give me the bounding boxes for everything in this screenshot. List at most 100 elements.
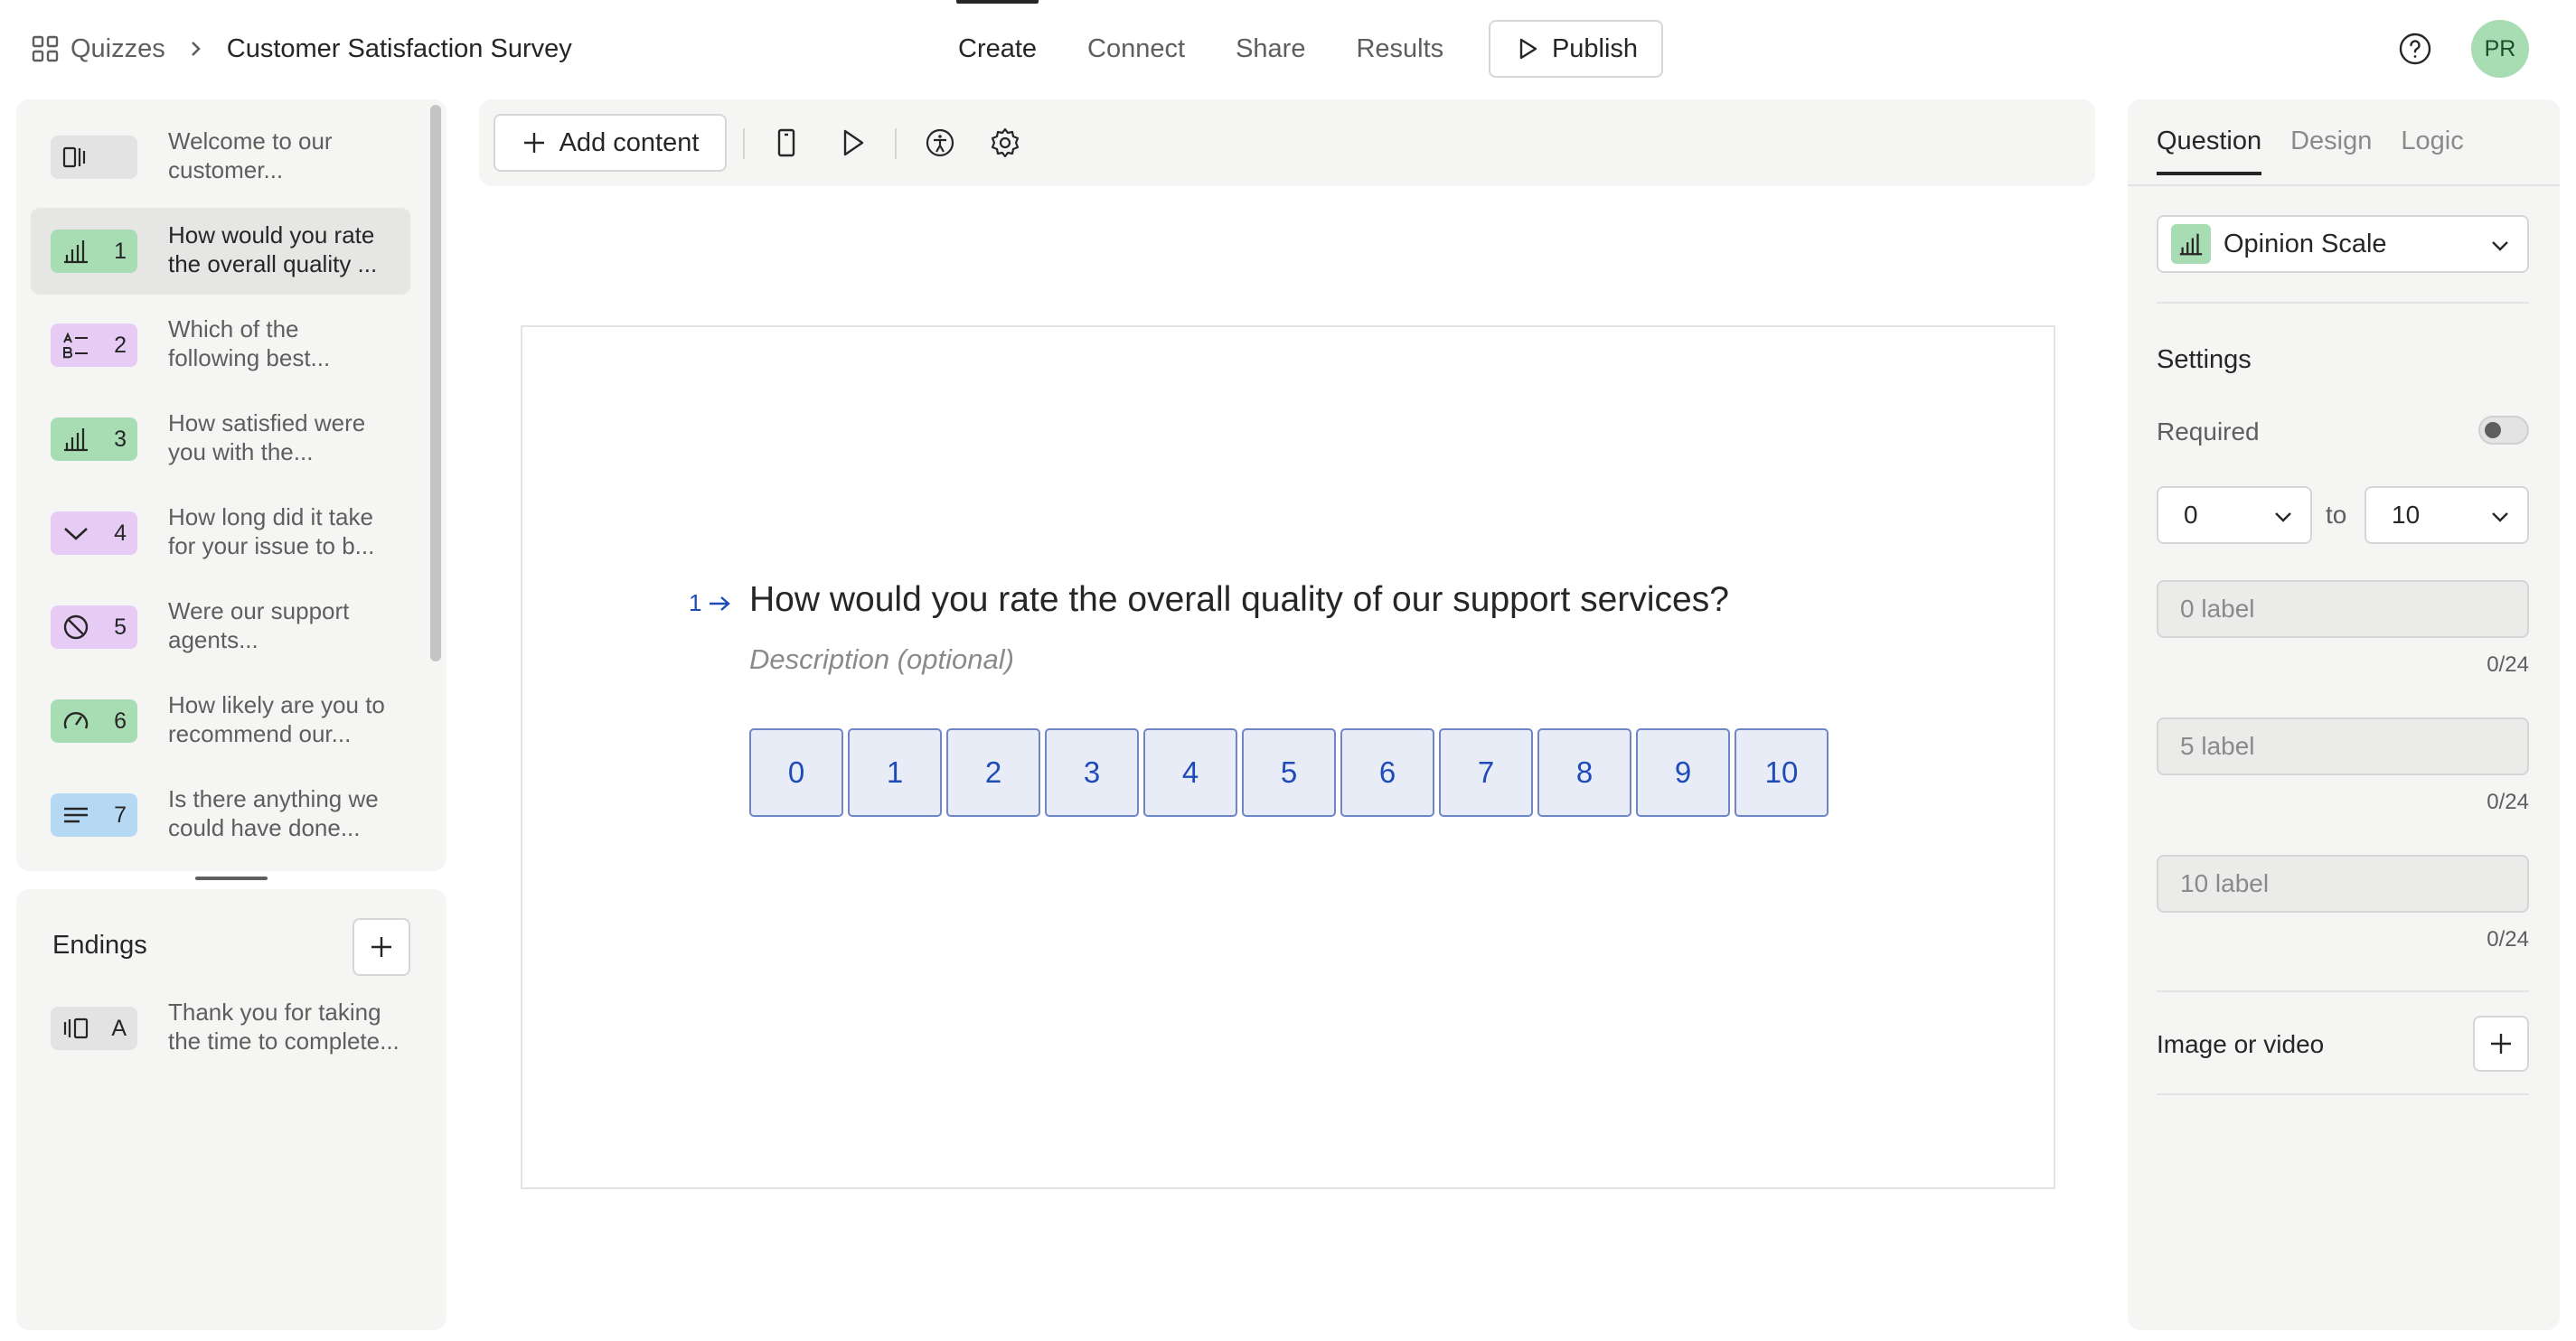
question-number: 1 [114,239,127,264]
question-badge: 3 [51,417,137,461]
list-item-question-4[interactable]: 4 How long did it take for your issue to… [31,490,410,577]
scale-option-4[interactable]: 4 [1143,728,1237,817]
add-content-button[interactable]: Add content [494,114,727,172]
list-item-question-5[interactable]: 5 Were our support agents... [31,584,410,670]
tab-logic[interactable]: Logic [2401,127,2463,175]
scale-option-6[interactable]: 6 [1340,728,1434,817]
question-description-field[interactable]: Description (optional) [749,643,1014,676]
scale-end-label-input[interactable] [2157,855,2529,913]
toggle-knob [2485,422,2501,438]
breadcrumb-root-link[interactable]: Quizzes [71,34,165,64]
mobile-preview-icon[interactable] [770,127,803,159]
tab-connect[interactable]: Connect [1086,0,1187,98]
question-number: 5 [114,614,127,640]
accessibility-icon[interactable] [924,127,956,159]
section-divider [2157,990,2529,992]
toolbar-divider [743,128,745,159]
play-icon [1519,38,1537,60]
list-item-question-6[interactable]: 6 How likely are you to recommend our... [31,678,410,764]
question-text: How likely are you to recommend our... [168,691,385,747]
opinion-scale: 0 1 2 3 4 5 6 7 8 9 10 [749,728,1833,817]
add-media-button[interactable] [2473,1016,2529,1072]
required-toggle[interactable] [2478,416,2529,445]
question-type-select[interactable]: Opinion Scale [2157,215,2529,273]
type-badge [2171,224,2211,264]
range-to-label: to [2326,501,2347,529]
welcome-screen-icon [62,146,86,168]
settings-heading: Settings [2157,345,2252,374]
ending-letter: A [111,1016,127,1041]
endings-heading: Endings [52,931,147,960]
question-number-label: 1 [689,589,702,616]
scale-middle-label-input[interactable] [2157,717,2529,775]
range-end-select[interactable]: 10 [2364,486,2529,544]
list-item-welcome[interactable]: Welcome to our customer... [31,114,410,201]
help-icon[interactable] [2397,31,2433,67]
apps-grid-icon[interactable] [31,34,60,63]
chevron-right-icon [191,42,201,56]
question-text: Is there anything we could have done... [168,785,379,841]
ending-text: Thank you for taking the time to complet… [168,999,400,1055]
list-item-question-3[interactable]: 3 How satisfied were you with the... [31,396,410,483]
char-counter: 0/24 [2487,790,2529,814]
question-badge: 7 [51,793,137,837]
scale-option-8[interactable]: 8 [1537,728,1631,817]
image-or-video-label: Image or video [2157,1030,2325,1058]
question-title[interactable]: How would you rate the overall quality o… [749,580,1729,620]
question-settings-panel: Question Design Logic Opinion Scale Sett… [2128,99,2560,1330]
range-end-value: 10 [2392,501,2421,529]
chevron-down-icon [2275,512,2291,522]
panel-resize-handle[interactable] [195,877,268,880]
welcome-badge [51,136,137,179]
list-item-question-7[interactable]: 7 Is there anything we could have done..… [31,772,410,858]
scale-option-10[interactable]: 10 [1735,728,1829,817]
question-number: 2 [114,333,127,358]
add-ending-button[interactable] [353,918,410,976]
scale-option-7[interactable]: 7 [1439,728,1533,817]
tab-question[interactable]: Question [2157,127,2262,175]
plus-icon [371,937,391,957]
play-preview-icon[interactable] [836,127,869,159]
tab-create[interactable]: Create [956,0,1039,98]
scale-option-9[interactable]: 9 [1636,728,1730,817]
settings-gear-icon[interactable] [989,127,1021,159]
question-type-label: Opinion Scale [2223,229,2387,258]
welcome-text: Welcome to our customer... [168,127,333,183]
endings-panel: Endings A Thank you for taking the time … [16,889,447,1330]
list-item-question-1[interactable]: 1 How would you rate the overall quality… [31,208,410,295]
tab-results[interactable]: Results [1354,0,1445,98]
list-item-ending-a[interactable]: A Thank you for taking the time to compl… [31,985,410,1072]
range-start-value: 0 [2184,501,2198,529]
scale-option-2[interactable]: 2 [946,728,1040,817]
publish-button[interactable]: Publish [1489,20,1663,78]
scale-start-label-input[interactable] [2157,580,2529,638]
opinion-scale-icon [2179,233,2203,256]
range-start-select[interactable]: 0 [2157,486,2312,544]
publish-label: Publish [1551,33,1639,63]
question-number-indicator: 1 [689,589,732,617]
user-avatar[interactable]: PR [2471,20,2529,78]
scale-option-3[interactable]: 3 [1045,728,1139,817]
end-screen-icon [63,1017,89,1039]
plus-icon [2491,1034,2511,1054]
tab-share[interactable]: Share [1234,0,1307,98]
section-divider [2157,302,2529,304]
sidebar-scrollbar[interactable] [430,105,441,661]
panel-tabs: Question Design Logic [2157,127,2493,175]
question-text: How satisfied were you with the... [168,409,366,465]
question-badge: 4 [51,511,137,555]
required-label: Required [2157,417,2260,445]
tabs-divider [2128,184,2560,186]
char-counter: 0/24 [2487,652,2529,677]
question-number: 6 [114,708,127,734]
question-list-panel: Welcome to our customer... 1 How would y… [16,99,447,871]
scale-option-0[interactable]: 0 [749,728,843,817]
list-item-question-2[interactable]: 2 Which of the following best... [31,302,410,389]
char-counter: 0/24 [2487,927,2529,952]
dropdown-icon [64,528,88,540]
survey-title[interactable]: Customer Satisfaction Survey [227,34,572,64]
tab-design[interactable]: Design [2290,127,2372,175]
ending-badge: A [51,1007,137,1050]
scale-option-1[interactable]: 1 [848,728,942,817]
scale-option-5[interactable]: 5 [1242,728,1336,817]
